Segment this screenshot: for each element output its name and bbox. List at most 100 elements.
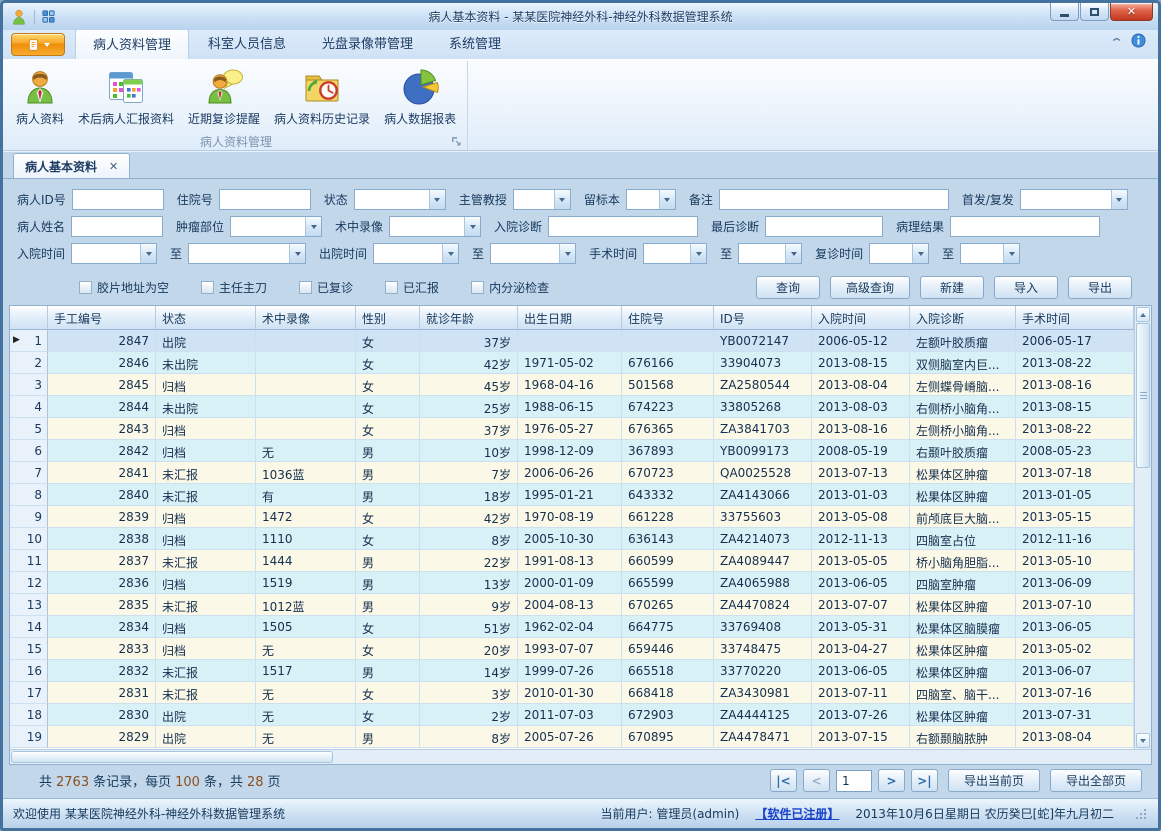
field-combo-discharge-date-to[interactable] (490, 243, 576, 264)
column-header-surgery-date[interactable]: 手术时间 (1016, 306, 1134, 329)
column-header-gender[interactable]: 性别 (356, 306, 420, 329)
checkbox-chief-surgeon-operated[interactable]: 主任主刀 (201, 279, 267, 296)
checkbox-revisited[interactable]: 已复诊 (299, 279, 353, 296)
field-combo-admission-date-from[interactable] (71, 243, 157, 264)
field-input-final-diagnosis[interactable] (765, 216, 883, 237)
minimize-button[interactable] (1050, 3, 1079, 21)
ribbon-tab-disc-video-management[interactable]: 光盘录像带管理 (305, 28, 430, 59)
ribbon-button-patient-data-reports[interactable]: 病人数据报表 (377, 64, 463, 132)
dropdown-button[interactable] (659, 190, 675, 209)
field-combo-surgery-date-from[interactable] (643, 243, 707, 264)
scroll-down-button[interactable] (1136, 733, 1150, 748)
checkbox-reported[interactable]: 已汇报 (385, 279, 439, 296)
field-input-patient-name[interactable] (71, 216, 163, 237)
pager-last-button[interactable]: >| (911, 769, 938, 792)
new-button[interactable]: 新建 (920, 276, 984, 299)
vertical-scrollbar[interactable] (1134, 306, 1151, 749)
maximize-button[interactable] (1080, 3, 1109, 21)
export-button[interactable]: 导出 (1068, 276, 1132, 299)
table-row[interactable]: 42844未出院女25岁1988-06-15674223338052682013… (10, 396, 1134, 418)
ribbon-tab-department-staff-info[interactable]: 科室人员信息 (191, 28, 303, 59)
horizontal-scroll-thumb[interactable] (11, 751, 333, 763)
table-row[interactable]: 132835未汇报1012蓝男9岁2004-08-13670265ZA44708… (10, 594, 1134, 616)
horizontal-scrollbar[interactable] (10, 749, 1151, 764)
column-header-visit-age[interactable]: 就诊年龄 (420, 306, 518, 329)
dropdown-button[interactable] (305, 217, 321, 236)
field-combo-discharge-date-from[interactable] (373, 243, 459, 264)
table-row[interactable]: 162832未汇报1517男14岁1999-07-266655183377022… (10, 660, 1134, 682)
dropdown-button[interactable] (785, 244, 801, 263)
field-input-patient-id[interactable] (72, 189, 164, 210)
field-combo-attending-professor[interactable] (513, 189, 571, 210)
table-row[interactable]: 72841未汇报1036蓝男7岁2006-06-26670723QA002552… (10, 462, 1134, 484)
dropdown-button[interactable] (1003, 244, 1019, 263)
close-button[interactable]: ✕ (1110, 3, 1153, 21)
dropdown-button[interactable] (690, 244, 706, 263)
pager-page-input[interactable]: 1 (836, 770, 872, 792)
dropdown-button[interactable] (559, 244, 575, 263)
tab-patient-basic-data[interactable]: 病人基本资料 ✕ (13, 153, 130, 178)
column-header-manual-no[interactable]: 手工编号 (48, 306, 156, 329)
export-current-page-button[interactable]: 导出当前页 (948, 769, 1040, 792)
dropdown-button[interactable] (464, 217, 480, 236)
field-combo-admission-date-to[interactable] (188, 243, 306, 264)
field-input-remarks[interactable] (719, 189, 949, 210)
field-combo-first-or-recurrent[interactable] (1020, 189, 1128, 210)
column-header-id-no[interactable]: ID号 (714, 306, 812, 329)
column-header-admission-no[interactable]: 住院号 (622, 306, 714, 329)
table-row[interactable]: 192829出院无男8岁2005-07-26670895ZA4478471201… (10, 726, 1134, 748)
quick-access-icon[interactable] (41, 9, 56, 24)
column-header-birth-date[interactable]: 出生日期 (518, 306, 622, 329)
table-row[interactable]: 152833归档无女20岁1993-07-0765944633748475201… (10, 638, 1134, 660)
table-row[interactable]: 142834归档1505女51岁1962-02-0466477533769408… (10, 616, 1134, 638)
ribbon-button-patient-data[interactable]: 病人资料 (9, 64, 71, 132)
dropdown-button[interactable] (1111, 190, 1127, 209)
checkbox-film-address-empty[interactable]: 胶片地址为空 (79, 279, 169, 296)
collapse-ribbon-icon[interactable]: ⌃ (1109, 36, 1124, 49)
import-button[interactable]: 导入 (994, 276, 1058, 299)
column-header-status[interactable]: 状态 (156, 306, 256, 329)
table-row[interactable]: 182830出院无女2岁2011-07-03672903ZA4444125201… (10, 704, 1134, 726)
table-row[interactable]: 52843归档女37岁1976-05-27676365ZA38417032013… (10, 418, 1134, 440)
export-all-pages-button[interactable]: 导出全部页 (1050, 769, 1142, 792)
vertical-scroll-thumb[interactable] (1136, 323, 1150, 468)
pager-first-button[interactable]: |< (770, 769, 797, 792)
field-combo-tumor-site[interactable] (230, 216, 322, 237)
table-row[interactable]: 102838归档1110女8岁2005-10-30636143ZA4214073… (10, 528, 1134, 550)
table-row[interactable]: ▶12847出院女37岁YB00721472006-05-12左额叶胶质瘤200… (10, 330, 1134, 352)
vertical-scroll-track[interactable] (1136, 469, 1150, 732)
pager-prev-button[interactable]: < (803, 769, 830, 792)
table-row[interactable]: 62842归档无男10岁1998-12-09367893YB0099173200… (10, 440, 1134, 462)
column-header-intraop-video[interactable]: 术中录像 (256, 306, 356, 329)
ribbon-tab-patient-data-management[interactable]: 病人资料管理 (75, 28, 189, 59)
table-row[interactable]: 32845归档女45岁1968-04-16501568ZA25805442013… (10, 374, 1134, 396)
registration-status-link[interactable]: 【软件已注册】 (755, 805, 839, 822)
pager-next-button[interactable]: > (878, 769, 905, 792)
application-menu-button[interactable] (11, 33, 65, 56)
table-row[interactable]: 82840未汇报有男18岁1995-01-21643332ZA414306620… (10, 484, 1134, 506)
advanced-query-button[interactable]: 高级查询 (830, 276, 910, 299)
table-row[interactable]: 122836归档1519男13岁2000-01-09665599ZA406598… (10, 572, 1134, 594)
field-input-admission-no[interactable] (219, 189, 311, 210)
field-input-admission-diagnosis[interactable] (548, 216, 698, 237)
scroll-up-button[interactable] (1136, 307, 1150, 322)
table-row[interactable]: 112837未汇报1444男22岁1991-08-13660599ZA40894… (10, 550, 1134, 572)
field-input-pathology-result[interactable] (950, 216, 1100, 237)
column-header-admission-date[interactable]: 入院时间 (812, 306, 910, 329)
ribbon-tab-system-management[interactable]: 系统管理 (432, 28, 518, 59)
help-icon[interactable] (1131, 33, 1146, 52)
field-combo-revisit-date-to[interactable] (960, 243, 1020, 264)
ribbon-button-recent-revisit-reminder[interactable]: 近期复诊提醒 (181, 64, 267, 132)
dropdown-button[interactable] (554, 190, 570, 209)
ribbon-button-patient-history-records[interactable]: 病人资料历史记录 (267, 64, 377, 132)
dropdown-button[interactable] (442, 244, 458, 263)
dropdown-button[interactable] (912, 244, 928, 263)
dropdown-button[interactable] (429, 190, 445, 209)
checkbox-endocrine-exam[interactable]: 内分泌检查 (471, 279, 549, 296)
table-row[interactable]: 92839归档1472女42岁1970-08-19661228337556032… (10, 506, 1134, 528)
field-combo-status[interactable] (354, 189, 446, 210)
table-row[interactable]: 22846未出院女42岁1971-05-02676166339040732013… (10, 352, 1134, 374)
query-button[interactable]: 查询 (756, 276, 820, 299)
dropdown-button[interactable] (140, 244, 156, 263)
field-combo-specimen-kept[interactable] (626, 189, 676, 210)
